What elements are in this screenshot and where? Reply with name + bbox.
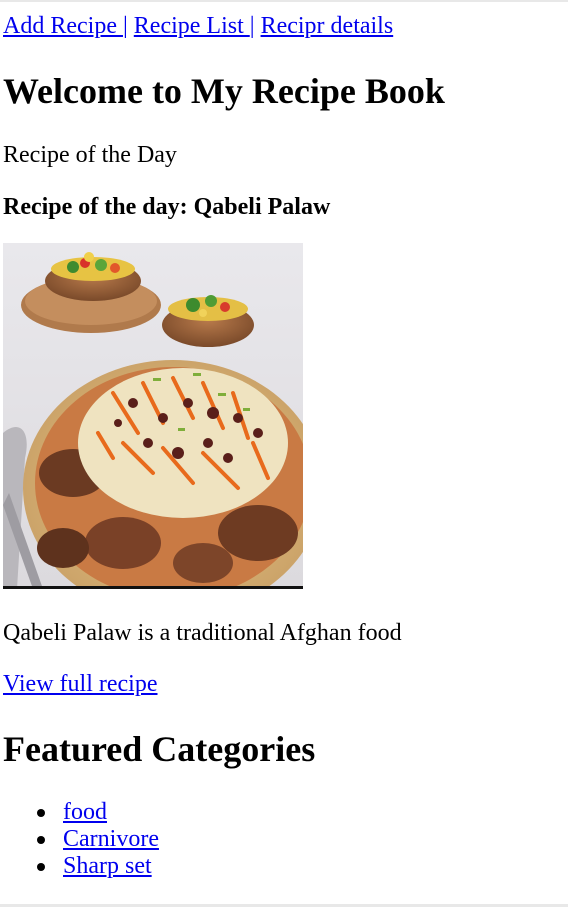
nav-link-recipe-details[interactable]: Recipr details — [261, 13, 394, 39]
recipe-of-day-label: Recipe of the Day — [3, 142, 177, 168]
bullet-icon — [37, 836, 45, 844]
nav-link-recipe-list[interactable]: Recipe List — [134, 13, 250, 39]
top-nav: Add Recipe | Recipe List | Recipr detail… — [3, 12, 393, 40]
nav-separator: | — [249, 13, 255, 39]
bullet-icon — [37, 809, 45, 817]
category-link-carnivore[interactable]: Carnivore — [63, 826, 159, 852]
nav-separator: | — [122, 13, 128, 39]
category-link-food[interactable]: food — [63, 799, 107, 825]
list-item: Carnivore — [3, 826, 159, 853]
page-title: Welcome to My Recipe Book — [3, 71, 445, 111]
recipe-of-day-heading: Recipe of the day: Qabeli Palaw — [3, 194, 331, 220]
list-item: food — [3, 799, 159, 826]
list-item: Sharp set — [3, 853, 159, 880]
recipe-description: Qabeli Palaw is a traditional Afghan foo… — [3, 620, 402, 646]
view-full-recipe-link[interactable]: View full recipe — [3, 670, 158, 698]
recipe-image — [3, 243, 303, 589]
nav-link-add-recipe[interactable]: Add Recipe — [3, 13, 123, 39]
top-border — [0, 0, 568, 2]
bullet-icon — [37, 863, 45, 871]
featured-categories-heading: Featured Categories — [3, 729, 316, 769]
category-list: food Carnivore Sharp set — [3, 799, 159, 880]
category-link-sharp-set[interactable]: Sharp set — [63, 853, 152, 879]
